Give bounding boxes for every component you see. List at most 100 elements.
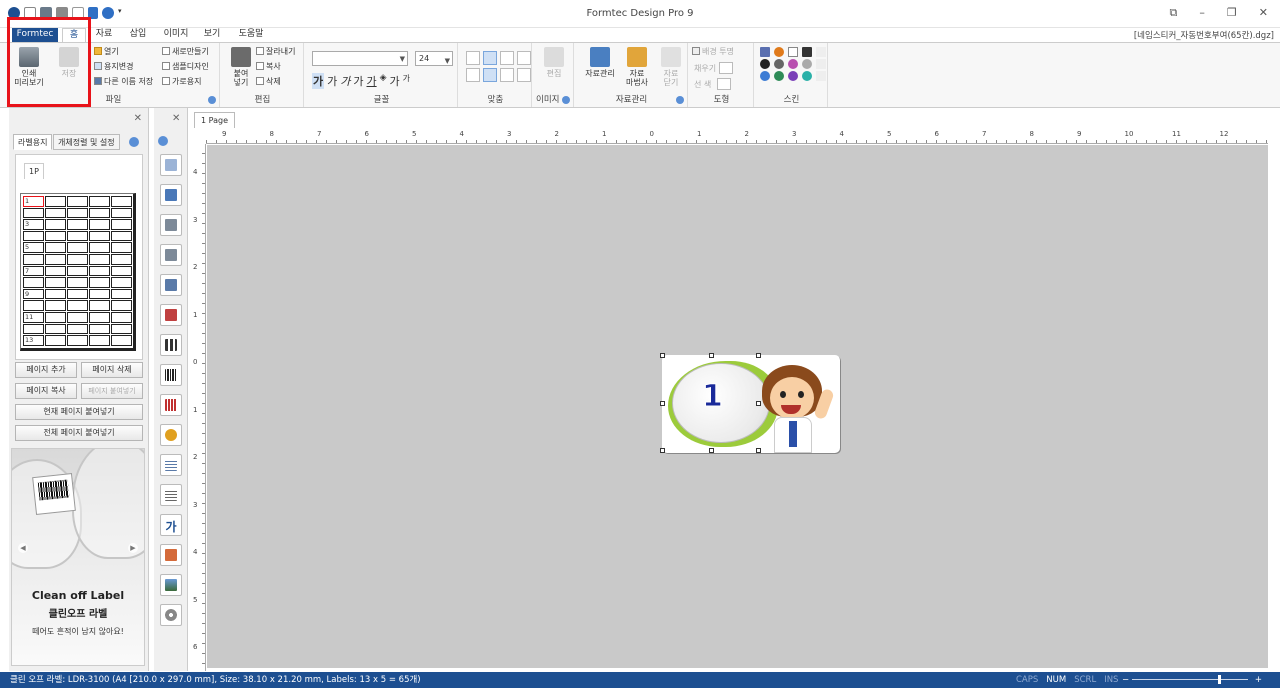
align-right-top-icon[interactable] [500, 51, 514, 65]
minimize-icon[interactable]: – [1199, 6, 1205, 20]
clipart-tool[interactable] [160, 544, 182, 566]
cut-button[interactable]: 잘라내기 [256, 46, 295, 58]
label-cell[interactable] [111, 300, 132, 311]
label-cell[interactable] [67, 277, 88, 288]
zoom-slider[interactable]: − + [1122, 672, 1262, 688]
skin-violet-icon[interactable] [788, 59, 798, 69]
label-cell[interactable] [45, 230, 66, 242]
tab-label-paper[interactable]: 라벨용지 [13, 134, 53, 150]
label-cell[interactable] [111, 207, 132, 219]
label-cell[interactable] [45, 300, 66, 311]
skin-globe-icon[interactable] [774, 71, 784, 81]
barcode-tool[interactable] [160, 364, 182, 386]
new-button[interactable]: 새로만들기 [162, 46, 209, 58]
align-center-middle-icon[interactable] [483, 68, 497, 82]
label-cell[interactable] [67, 312, 88, 323]
label-cell[interactable] [111, 288, 132, 300]
name-sticker-label[interactable]: 1 [662, 355, 840, 453]
restore-icon[interactable]: ❐ [1227, 6, 1237, 20]
page-tab-1[interactable]: 1 Page [194, 112, 235, 128]
disc-tool[interactable] [160, 604, 182, 626]
paste-current-page-button[interactable]: 현재 페이지 붙여넣기 [15, 404, 143, 420]
label-cell[interactable] [111, 242, 132, 253]
data-manage-button[interactable]: 자료관리 [582, 47, 618, 78]
font-size-select[interactable]: 24 ▼ [415, 51, 453, 66]
label-cell[interactable]: 13 [23, 335, 44, 346]
frame-tool[interactable] [160, 244, 182, 266]
tab-image[interactable]: 이미지 [160, 28, 192, 42]
skin-silver-icon[interactable] [802, 59, 812, 69]
align-left-top-icon[interactable] [466, 51, 480, 65]
resize-handle[interactable] [660, 353, 665, 358]
label-cell[interactable] [45, 323, 66, 335]
close-icon[interactable]: ✕ [1259, 6, 1268, 20]
sample-design-button[interactable]: 샘플디자인 [162, 61, 209, 73]
save-button[interactable]: 저장 [52, 47, 86, 78]
label-cell[interactable] [67, 300, 88, 311]
toolbar-expand-icon[interactable] [158, 136, 168, 146]
fill-picker[interactable]: 채우기 [694, 62, 734, 74]
data-launcher-icon[interactable] [676, 96, 684, 104]
skin-blue-star-icon[interactable] [760, 71, 770, 81]
resize-handle[interactable] [660, 401, 665, 406]
text-tool[interactable]: 가 [160, 514, 182, 536]
skin-dx-icon[interactable] [802, 47, 812, 57]
align-right-middle-icon[interactable] [500, 68, 514, 82]
close-icon[interactable]: ✕ [134, 113, 142, 124]
text-clear-tool[interactable] [160, 304, 182, 326]
skin-orange-icon[interactable] [774, 47, 784, 57]
align-justify-middle-icon[interactable] [517, 68, 531, 82]
tab-object-arrange[interactable]: 개체정렬 및 설정 [53, 134, 120, 150]
label-cell[interactable] [67, 288, 88, 300]
copy-button[interactable]: 복사 [256, 61, 281, 73]
ad-prev-icon[interactable]: ◀ [18, 543, 28, 553]
zoom-in-icon[interactable]: + [1255, 672, 1262, 688]
italic-button[interactable]: 가 [340, 73, 350, 89]
image-launcher-icon[interactable] [562, 96, 570, 104]
label-cell[interactable]: 9 [23, 288, 44, 300]
line-color-picker[interactable]: 선 색 [694, 78, 732, 90]
resize-handle[interactable] [660, 448, 665, 453]
skin-scroll-up-icon[interactable] [816, 47, 826, 57]
label-cell[interactable] [67, 219, 88, 230]
label-cell[interactable] [23, 277, 44, 288]
grow-font-button[interactable]: 가 [390, 73, 400, 89]
open-button[interactable]: 열기 [94, 46, 119, 58]
underline-button[interactable]: 가 [367, 73, 377, 89]
label-cell[interactable] [111, 265, 132, 277]
image-tool[interactable] [160, 574, 182, 596]
label-cell[interactable] [67, 242, 88, 253]
label-cell[interactable] [45, 277, 66, 288]
skin-teal-icon[interactable] [802, 71, 812, 81]
label-cell[interactable] [23, 207, 44, 219]
copy-page-button[interactable]: 페이지 복사 [15, 383, 77, 399]
label-cell[interactable] [89, 219, 110, 230]
label-cell[interactable] [111, 254, 132, 265]
resize-handle[interactable] [756, 448, 761, 453]
label-cell[interactable] [23, 300, 44, 311]
tab-insert[interactable]: 삽입 [126, 28, 150, 42]
image-edit-button[interactable]: 편집 [537, 47, 571, 78]
label-cell[interactable] [111, 277, 132, 288]
paste-button[interactable]: 붙여 넣기 [224, 47, 258, 87]
label-cell[interactable] [45, 196, 66, 207]
label-cell[interactable] [111, 196, 132, 207]
shrink-font-button[interactable]: 가 [403, 73, 410, 89]
label-cell[interactable] [45, 335, 66, 346]
bold-button[interactable]: 가 [312, 73, 325, 89]
font-name-select[interactable]: ▼ [312, 51, 408, 66]
label-cell[interactable] [89, 277, 110, 288]
label-cell[interactable] [89, 335, 110, 346]
skin-more-icon[interactable] [816, 71, 826, 81]
label-cell[interactable]: 7 [23, 265, 44, 277]
qr-code-tool[interactable] [160, 334, 182, 356]
page-tab-1p[interactable]: 1P [24, 163, 44, 179]
label-cell[interactable]: 11 [23, 312, 44, 323]
font-color-icon[interactable]: ◈ [380, 73, 387, 89]
list-tool[interactable] [160, 484, 182, 506]
label-cell[interactable] [67, 230, 88, 242]
label-cell[interactable] [45, 288, 66, 300]
ad-next-icon[interactable]: ▶ [128, 543, 138, 553]
shadow-button[interactable]: 가 [353, 73, 363, 89]
label-cell[interactable] [67, 265, 88, 277]
